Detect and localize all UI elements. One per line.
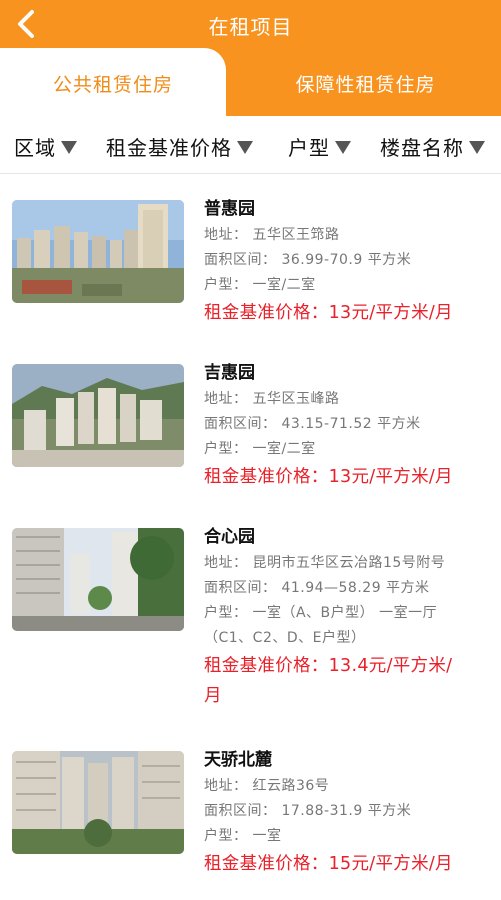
tab-bar: 公共租赁住房 保障性租赁住房	[0, 48, 501, 116]
listing-address: 地址： 红云路36号	[204, 778, 330, 794]
filter-label: 户型	[288, 136, 330, 160]
listing-photo	[12, 528, 184, 631]
tab-label: 保障性租赁住房	[295, 74, 436, 96]
listing-name: 普惠园	[204, 199, 255, 219]
listing-address: 地址： 五华区王筇路	[204, 227, 340, 243]
listing-info: 吉惠园 地址： 五华区玉峰路 面积区间： 43.15-71.52 平方米 户型：…	[204, 361, 489, 492]
listing-area: 面积区间： 36.99-70.9 平方米	[204, 252, 412, 268]
top-bar: 在租项目	[0, 0, 501, 48]
tab-public-rental-housing[interactable]: 公共租赁住房	[0, 48, 226, 116]
listing-rent-price: 租金基准价格：13元/平方米/月	[204, 467, 453, 487]
listing-rent-price: 租金基准价格：13元/平方米/月	[204, 303, 453, 323]
listing-name: 吉惠园	[204, 363, 255, 383]
listing-unit-type: 户型： 一室/二室	[204, 441, 316, 457]
listing-rent-price-cont: 月	[204, 686, 222, 706]
dropdown-triangle-icon	[237, 141, 253, 154]
listing-rent-price: 租金基准价格：15元/平方米/月	[204, 854, 453, 874]
dropdown-triangle-icon	[469, 141, 485, 154]
listing-info: 合心园 地址： 昆明市五华区云冶路15号附号 面积区间： 41.94—58.29…	[204, 525, 489, 711]
listing-unit-type: 户型： 一室（A、B户型） 一室一厅	[204, 605, 438, 621]
filter-rent-price[interactable]: 租金基准价格	[106, 132, 253, 160]
filter-bar: 区域 租金基准价格 户型 楼盘名称	[0, 116, 501, 174]
tab-affordable-rental-housing[interactable]: 保障性租赁住房	[230, 48, 501, 116]
listing-address: 地址： 五华区玉峰路	[204, 391, 340, 407]
filter-label: 楼盘名称	[380, 136, 464, 160]
listing-photo	[12, 364, 184, 467]
filter-label: 租金基准价格	[106, 136, 232, 160]
listing-area: 面积区间： 43.15-71.52 平方米	[204, 416, 421, 432]
listing-unit-type: 户型： 一室	[204, 828, 282, 844]
filter-district[interactable]: 区域	[14, 132, 77, 160]
listing-name: 合心园	[204, 527, 255, 547]
dropdown-triangle-icon	[335, 141, 351, 154]
filter-unit-type[interactable]: 户型	[288, 132, 351, 160]
listing-info: 天骄北麓 地址： 红云路36号 面积区间： 17.88-31.9 平方米 户型：…	[204, 748, 489, 879]
listing-area: 面积区间： 17.88-31.9 平方米	[204, 803, 412, 819]
page-title: 在租项目	[208, 15, 293, 39]
listing-address: 地址： 昆明市五华区云冶路15号附号	[204, 555, 446, 571]
listing-photo	[12, 200, 184, 303]
filter-building-name[interactable]: 楼盘名称	[380, 132, 485, 160]
filter-label: 区域	[14, 136, 56, 160]
tab-label: 公共租赁住房	[52, 74, 173, 96]
listing-info: 普惠园 地址： 五华区王筇路 面积区间： 36.99-70.9 平方米 户型： …	[204, 197, 489, 328]
listing-unit-type-cont: （C1、C2、D、E户型）	[204, 630, 366, 646]
listing-unit-type: 户型： 一室/二室	[204, 277, 316, 293]
listing-area: 面积区间： 41.94—58.29 平方米	[204, 580, 430, 596]
listing-photo	[12, 751, 184, 854]
dropdown-triangle-icon	[61, 141, 77, 154]
listing-rent-price: 租金基准价格：13.4元/平方米/	[204, 656, 453, 676]
listing-name: 天骄北麓	[204, 750, 272, 770]
